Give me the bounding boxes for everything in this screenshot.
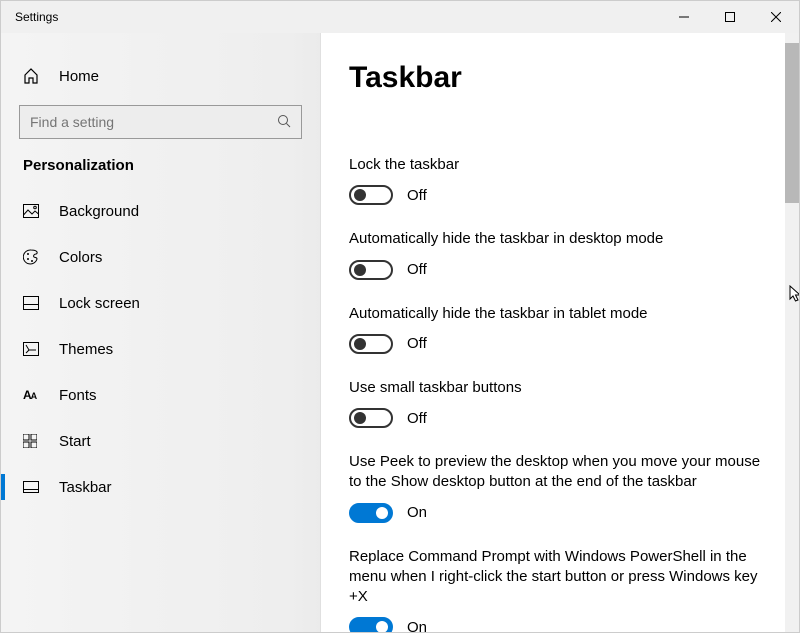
toggle-state: On xyxy=(407,619,427,632)
picture-icon xyxy=(23,204,47,218)
titlebar: Settings xyxy=(1,1,799,33)
toggle-small-buttons[interactable] xyxy=(349,408,393,428)
setting-label: Automatically hide the taskbar in deskto… xyxy=(349,229,769,249)
sidebar-item-label: Themes xyxy=(59,341,113,358)
scrollbar-track[interactable] xyxy=(785,33,799,632)
sidebar-category: Personalization xyxy=(1,157,320,188)
sidebar-item-fonts[interactable]: AA Fonts xyxy=(1,372,320,418)
palette-icon xyxy=(23,249,47,265)
scrollbar-thumb[interactable] xyxy=(785,43,799,203)
fonts-icon: AA xyxy=(23,388,47,402)
setting-autohide-desktop: Automatically hide the taskbar in deskto… xyxy=(349,229,771,279)
sidebar-item-label: Colors xyxy=(59,249,102,266)
toggle-state: Off xyxy=(407,261,427,278)
close-button[interactable] xyxy=(753,1,799,33)
setting-label: Use small taskbar buttons xyxy=(349,378,769,398)
page-title: Taskbar xyxy=(349,61,771,95)
sidebar-item-lockscreen[interactable]: Lock screen xyxy=(1,280,320,326)
sidebar-item-taskbar[interactable]: Taskbar xyxy=(1,464,320,510)
toggle-state: On xyxy=(407,504,427,521)
toggle-state: Off xyxy=(407,335,427,352)
toggle-state: Off xyxy=(407,410,427,427)
sidebar-home[interactable]: Home xyxy=(1,55,320,97)
sidebar-item-label: Taskbar xyxy=(59,479,112,496)
setting-autohide-tablet: Automatically hide the taskbar in tablet… xyxy=(349,304,771,354)
search-input[interactable] xyxy=(30,114,277,130)
sidebar-item-label: Fonts xyxy=(59,387,97,404)
minimize-button[interactable] xyxy=(661,1,707,33)
home-icon xyxy=(23,68,47,84)
setting-label: Lock the taskbar xyxy=(349,155,769,175)
toggle-autohide-desktop[interactable] xyxy=(349,260,393,280)
setting-label: Use Peek to preview the desktop when you… xyxy=(349,452,769,493)
sidebar-item-label: Start xyxy=(59,433,91,450)
sidebar-item-colors[interactable]: Colors xyxy=(1,234,320,280)
window-title: Settings xyxy=(15,10,58,24)
sidebar-item-themes[interactable]: Themes xyxy=(1,326,320,372)
sidebar-item-label: Lock screen xyxy=(59,295,140,312)
maximize-button[interactable] xyxy=(707,1,753,33)
setting-replace-cmd: Replace Command Prompt with Windows Powe… xyxy=(349,547,771,633)
sidebar: Home Personalization Background Colors xyxy=(1,33,321,632)
sidebar-item-start[interactable]: Start xyxy=(1,418,320,464)
setting-use-peek: Use Peek to preview the desktop when you… xyxy=(349,452,771,523)
setting-small-buttons: Use small taskbar buttons Off xyxy=(349,378,771,428)
setting-label: Automatically hide the taskbar in tablet… xyxy=(349,304,769,324)
sidebar-item-background[interactable]: Background xyxy=(1,188,320,234)
setting-lock-taskbar: Lock the taskbar Off xyxy=(349,155,771,205)
toggle-state: Off xyxy=(407,187,427,204)
themes-icon xyxy=(23,342,47,356)
search-icon xyxy=(277,114,291,131)
window-controls xyxy=(661,1,799,33)
taskbar-icon xyxy=(23,481,47,493)
search-box[interactable] xyxy=(19,105,302,139)
toggle-use-peek[interactable] xyxy=(349,503,393,523)
setting-label: Replace Command Prompt with Windows Powe… xyxy=(349,547,769,608)
content-area: Taskbar Lock the taskbar Off Automatical… xyxy=(321,33,799,632)
start-icon xyxy=(23,434,47,448)
lockscreen-icon xyxy=(23,296,47,310)
toggle-replace-cmd[interactable] xyxy=(349,617,393,632)
toggle-lock-taskbar[interactable] xyxy=(349,185,393,205)
sidebar-home-label: Home xyxy=(59,68,99,85)
sidebar-item-label: Background xyxy=(59,203,139,220)
toggle-autohide-tablet[interactable] xyxy=(349,334,393,354)
